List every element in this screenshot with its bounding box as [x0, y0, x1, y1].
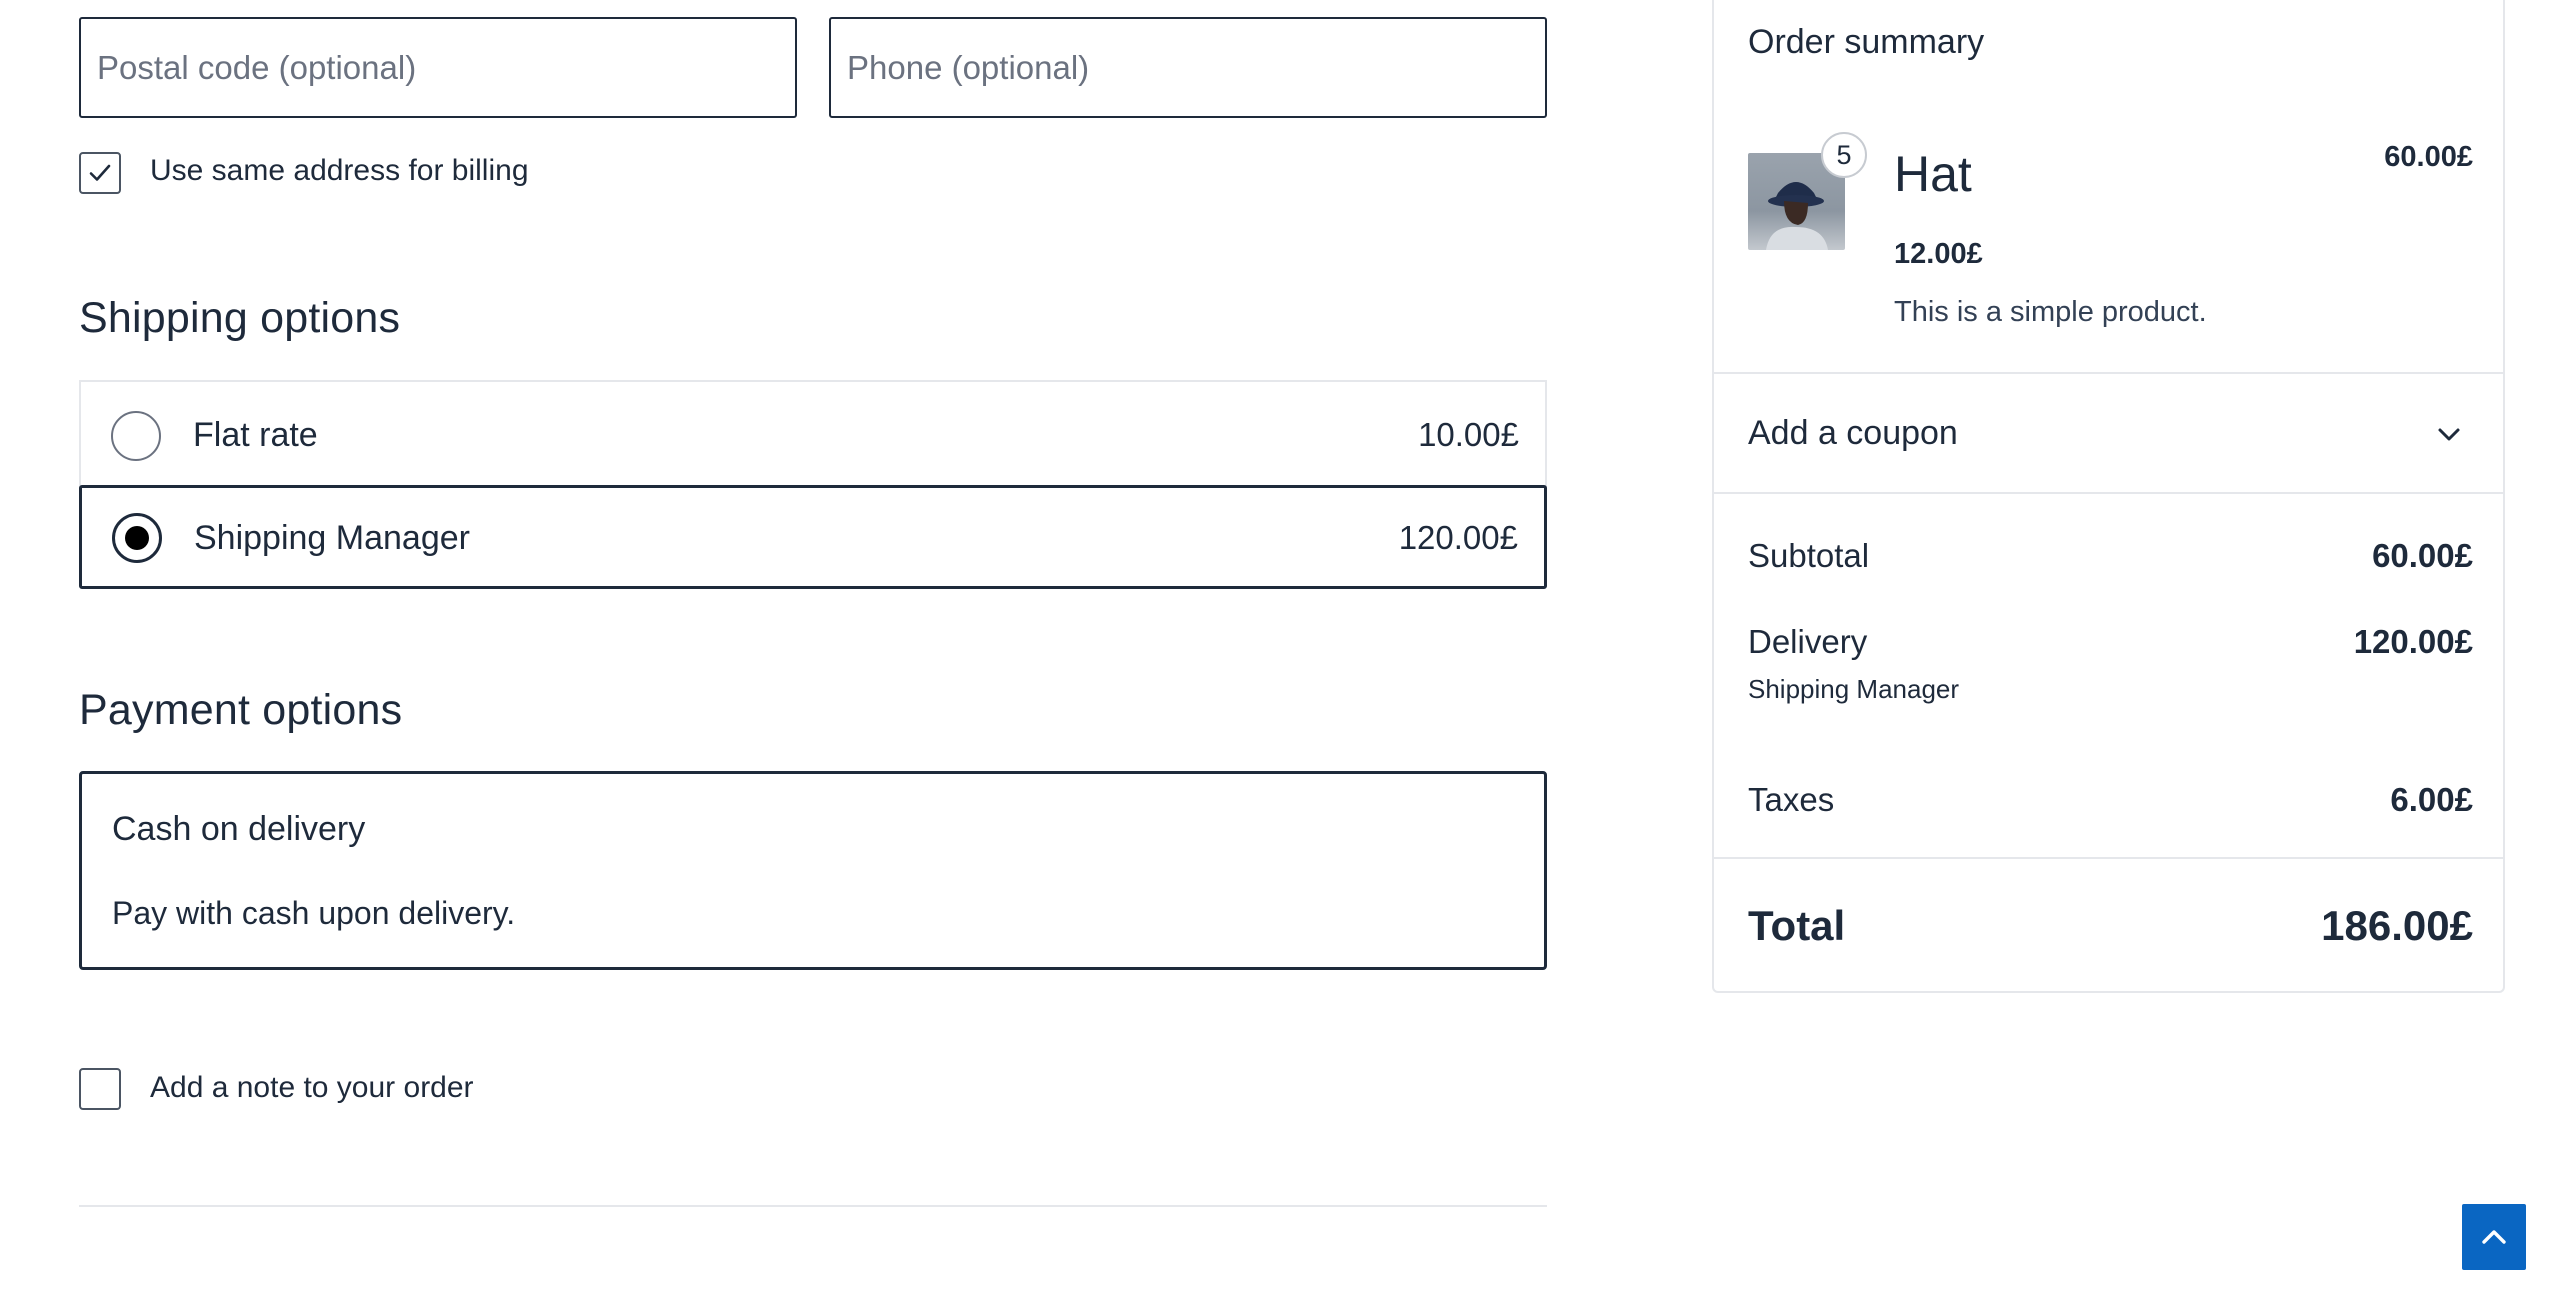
- delivery-value: 120.00£: [2353, 623, 2473, 660]
- same-billing-checkbox[interactable]: [79, 152, 121, 194]
- section-divider: [79, 1205, 1547, 1207]
- chevron-up-icon: [2478, 1221, 2510, 1253]
- delivery-method: Shipping Manager: [1748, 674, 1960, 704]
- quantity-badge: 5: [1821, 132, 1867, 178]
- payment-method-cod[interactable]: Cash on delivery Pay with cash upon deli…: [79, 771, 1547, 970]
- shipping-option-flat-rate[interactable]: Flat rate 10.00£: [79, 380, 1547, 488]
- payment-method-title: Cash on delivery: [112, 810, 366, 848]
- summary-divider: [1714, 492, 2503, 494]
- postal-code-input[interactable]: [79, 17, 797, 118]
- shipping-option-price: 120.00£: [1398, 519, 1518, 556]
- shipping-option-price: 10.00£: [1418, 416, 1519, 453]
- add-coupon-label: Add a coupon: [1748, 414, 1958, 452]
- shipping-options-heading: Shipping options: [79, 294, 401, 342]
- flat-rate-radio[interactable]: [111, 411, 161, 461]
- order-summary-panel: Order summary 5 Hat 60.00£ 12.00£ This i…: [1712, 0, 2505, 993]
- payment-options-heading: Payment options: [79, 686, 403, 734]
- chevron-down-icon: [2435, 420, 2463, 448]
- total-label: Total: [1748, 902, 1846, 949]
- radio-selected-dot: [125, 526, 149, 550]
- same-billing-label: Use same address for billing: [150, 154, 529, 187]
- product-name: Hat: [1894, 146, 1972, 202]
- shipping-option-shipping-manager[interactable]: Shipping Manager 120.00£: [79, 485, 1547, 589]
- delivery-label: Delivery: [1748, 623, 1868, 660]
- scroll-to-top-button[interactable]: [2462, 1204, 2526, 1270]
- add-coupon-toggle[interactable]: Add a coupon: [1714, 374, 2503, 492]
- order-note-checkbox[interactable]: [79, 1068, 121, 1110]
- payment-method-description: Pay with cash upon delivery.: [112, 895, 516, 931]
- product-line-total: 60.00£: [2384, 141, 2473, 173]
- total-value: 186.00£: [2321, 902, 2473, 949]
- shipping-manager-radio[interactable]: [112, 513, 162, 563]
- shipping-option-label: Flat rate: [193, 416, 318, 454]
- subtotal-label: Subtotal: [1748, 537, 1870, 574]
- order-note-label: Add a note to your order: [150, 1071, 474, 1104]
- summary-divider: [1714, 857, 2503, 859]
- taxes-label: Taxes: [1748, 781, 1835, 818]
- taxes-value: 6.00£: [2390, 781, 2473, 818]
- order-summary-heading: Order summary: [1748, 23, 1985, 61]
- phone-input[interactable]: [829, 17, 1547, 118]
- product-unit-price: 12.00£: [1894, 238, 1983, 270]
- check-icon: [88, 161, 112, 185]
- shipping-option-label: Shipping Manager: [194, 519, 470, 557]
- subtotal-value: 60.00£: [2372, 537, 2473, 574]
- product-description: This is a simple product.: [1894, 296, 2207, 328]
